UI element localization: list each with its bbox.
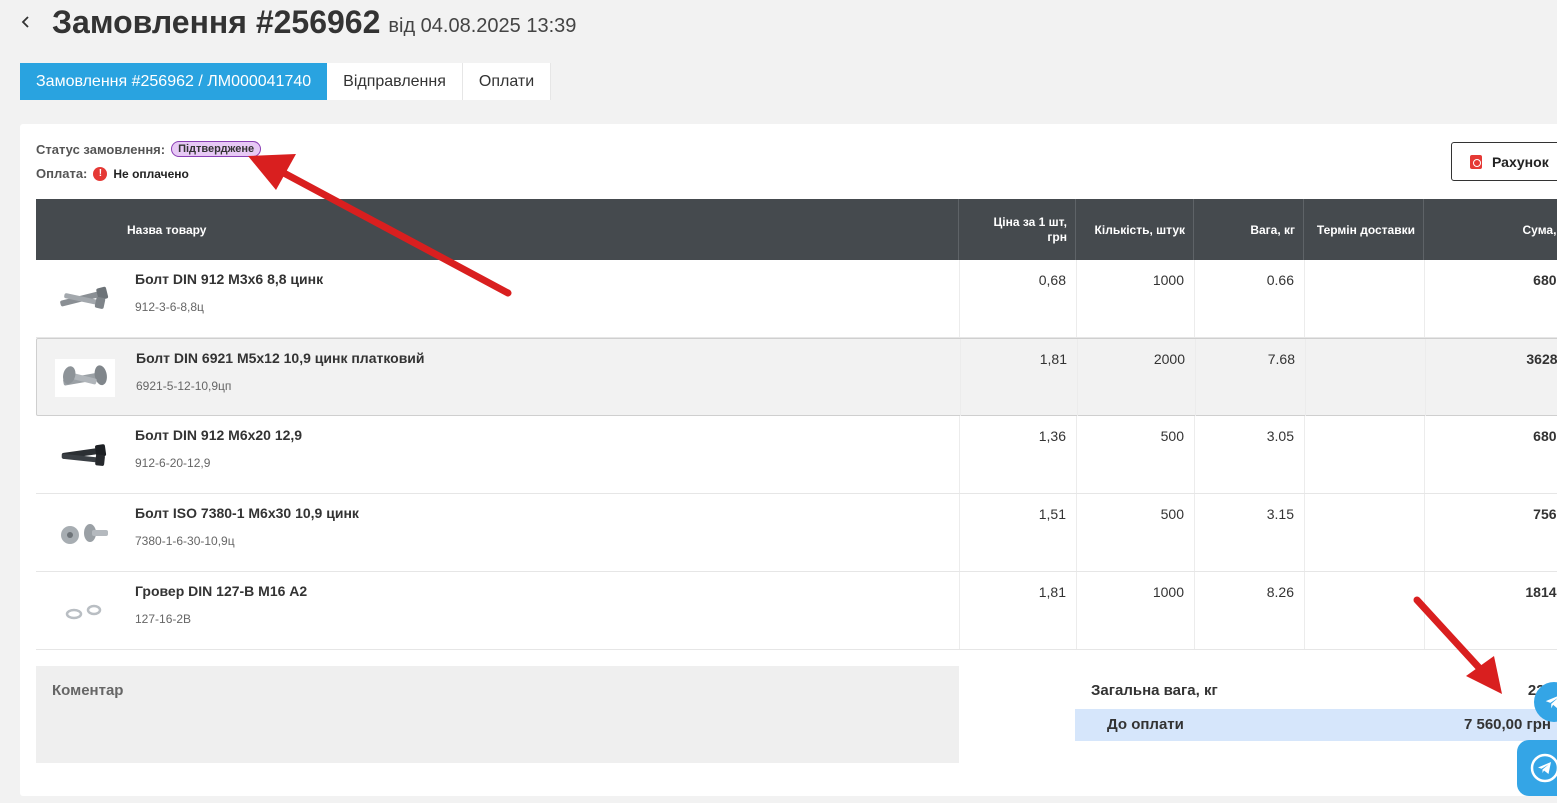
product-table: Болт DIN 912 М3х6 8,8 цинк 912-3-6-8,8ц … — [36, 260, 1557, 650]
product-name[interactable]: Болт ISO 7380-1 М6х30 10,9 цинк — [135, 505, 359, 521]
amount-due-row: До оплати 7 560,00 грн — [1075, 709, 1557, 741]
table-row[interactable]: Болт DIN 912 М6х20 12,9 912-6-20-12,9 1,… — [36, 416, 1557, 494]
page-header: Замовлення #256962 від 04.08.2025 13:39 — [20, 0, 576, 44]
tab-shipment[interactable]: Відправлення — [327, 63, 463, 100]
tab-order[interactable]: Замовлення #256962 / ЛМ000041740 — [20, 63, 328, 100]
product-sku: 7380-1-6-30-10,9ц — [135, 534, 235, 548]
black-bolt-icon — [54, 436, 114, 474]
bolt-icon — [54, 280, 114, 318]
col-qty: Кількість, штук — [1076, 199, 1194, 260]
product-sku: 912-3-6-8,8ц — [135, 300, 204, 314]
weight-cell: 0.66 — [1194, 260, 1304, 337]
delivery-cell — [1304, 416, 1424, 493]
weight-cell: 3.15 — [1194, 494, 1304, 571]
col-weight: Вага, кг — [1194, 199, 1304, 260]
spring-washer-icon — [54, 592, 114, 630]
weight-cell: 8.26 — [1194, 572, 1304, 649]
invoice-button-label: Рахунок — [1492, 153, 1549, 170]
total-weight-row: Загальна вага, кг 22.8 кг — [1075, 675, 1557, 705]
table-header: Назва товару Ціна за 1 шт, грн Кількість… — [36, 199, 1557, 260]
order-date: від 04.08.2025 13:39 — [388, 14, 577, 37]
table-row[interactable]: Гровер DIN 127-В М16 А2 127-16-2В 1,81 1… — [36, 572, 1557, 650]
col-name: Назва товару — [36, 199, 959, 260]
col-price: Ціна за 1 шт, грн — [959, 199, 1076, 260]
total-weight-label: Загальна вага, кг — [1091, 682, 1218, 699]
tab-payments[interactable]: Оплати — [462, 63, 552, 100]
comment-box[interactable]: Коментар — [36, 666, 959, 763]
product-sku: 912-6-20-12,9 — [135, 456, 211, 470]
payment-status: Оплата: ! Не оплачено — [36, 166, 189, 181]
order-totals: Загальна вага, кг 22.8 кг До оплати 7 56… — [1075, 675, 1557, 741]
price-cell: 1,81 — [959, 572, 1076, 649]
order-tabs: Замовлення #256962 / ЛМ000041740 Відправ… — [20, 63, 552, 100]
sum-cell: 1814,40 — [1424, 572, 1557, 649]
product-name[interactable]: Гровер DIN 127-В М16 А2 — [135, 583, 307, 599]
delivery-cell — [1305, 339, 1425, 416]
product-name[interactable]: Болт DIN 6921 М5х12 10,9 цинк платковий — [136, 350, 425, 366]
product-name[interactable]: Болт DIN 912 М6х20 12,9 — [135, 427, 302, 443]
sum-cell: 3628,80 — [1425, 339, 1557, 416]
order-status: Статус замовлення: Підтверджене — [36, 141, 262, 157]
telegram-chat-button[interactable] — [1517, 740, 1557, 796]
status-label: Статус замовлення: — [36, 141, 166, 157]
back-chevron-icon[interactable] — [20, 16, 44, 28]
product-name[interactable]: Болт DIN 912 М3х6 8,8 цинк — [135, 271, 323, 287]
button-head-bolt-icon — [54, 514, 114, 552]
qty-cell: 1000 — [1076, 572, 1194, 649]
page-title: Замовлення #256962 — [52, 3, 381, 40]
table-row[interactable]: Болт DIN 912 М3х6 8,8 цинк 912-3-6-8,8ц … — [36, 260, 1557, 338]
price-cell: 1,36 — [959, 416, 1076, 493]
product-sku: 6921-5-12-10,9цп — [136, 379, 232, 393]
table-row[interactable]: Болт ISO 7380-1 М6х30 10,9 цинк 7380-1-6… — [36, 494, 1557, 572]
table-row[interactable]: Болт DIN 6921 М5х12 10,9 цинк платковий … — [36, 338, 1557, 416]
amount-due-label: До оплати — [1107, 716, 1184, 733]
price-cell: 1,81 — [960, 339, 1077, 416]
status-badge: Підтверджене — [171, 141, 262, 157]
qty-cell: 2000 — [1077, 339, 1195, 416]
warning-icon: ! — [93, 166, 108, 181]
payment-label: Оплата: — [36, 166, 88, 181]
price-cell: 1,51 — [959, 494, 1076, 571]
invoice-button[interactable]: Рахунок — [1451, 142, 1557, 181]
qty-cell: 500 — [1076, 416, 1194, 493]
qty-cell: 500 — [1076, 494, 1194, 571]
weight-cell: 7.68 — [1195, 339, 1305, 416]
flange-bolt-icon — [55, 359, 115, 397]
amount-due-value: 7 560,00 грн — [1463, 716, 1551, 733]
delivery-cell — [1304, 494, 1424, 571]
sum-cell: 756,00 — [1424, 494, 1557, 571]
pdf-icon — [1470, 154, 1482, 169]
qty-cell: 1000 — [1076, 260, 1194, 337]
comment-label: Коментар — [52, 682, 124, 699]
delivery-cell — [1304, 260, 1424, 337]
price-cell: 0,68 — [959, 260, 1076, 337]
col-delivery: Термін доставки — [1304, 199, 1424, 260]
col-price-label: Ціна за 1 шт, грн — [993, 214, 1068, 244]
payment-value: Не оплачено — [113, 166, 189, 181]
order-card: Статус замовлення: Підтверджене Оплата: … — [20, 124, 1557, 796]
product-sku: 127-16-2В — [135, 612, 192, 626]
delivery-cell — [1304, 572, 1424, 649]
weight-cell: 3.05 — [1194, 416, 1304, 493]
sum-cell: 680,40 — [1424, 260, 1557, 337]
col-sum: Сума,грн — [1522, 222, 1557, 237]
sum-cell: 680,40 — [1424, 416, 1557, 493]
